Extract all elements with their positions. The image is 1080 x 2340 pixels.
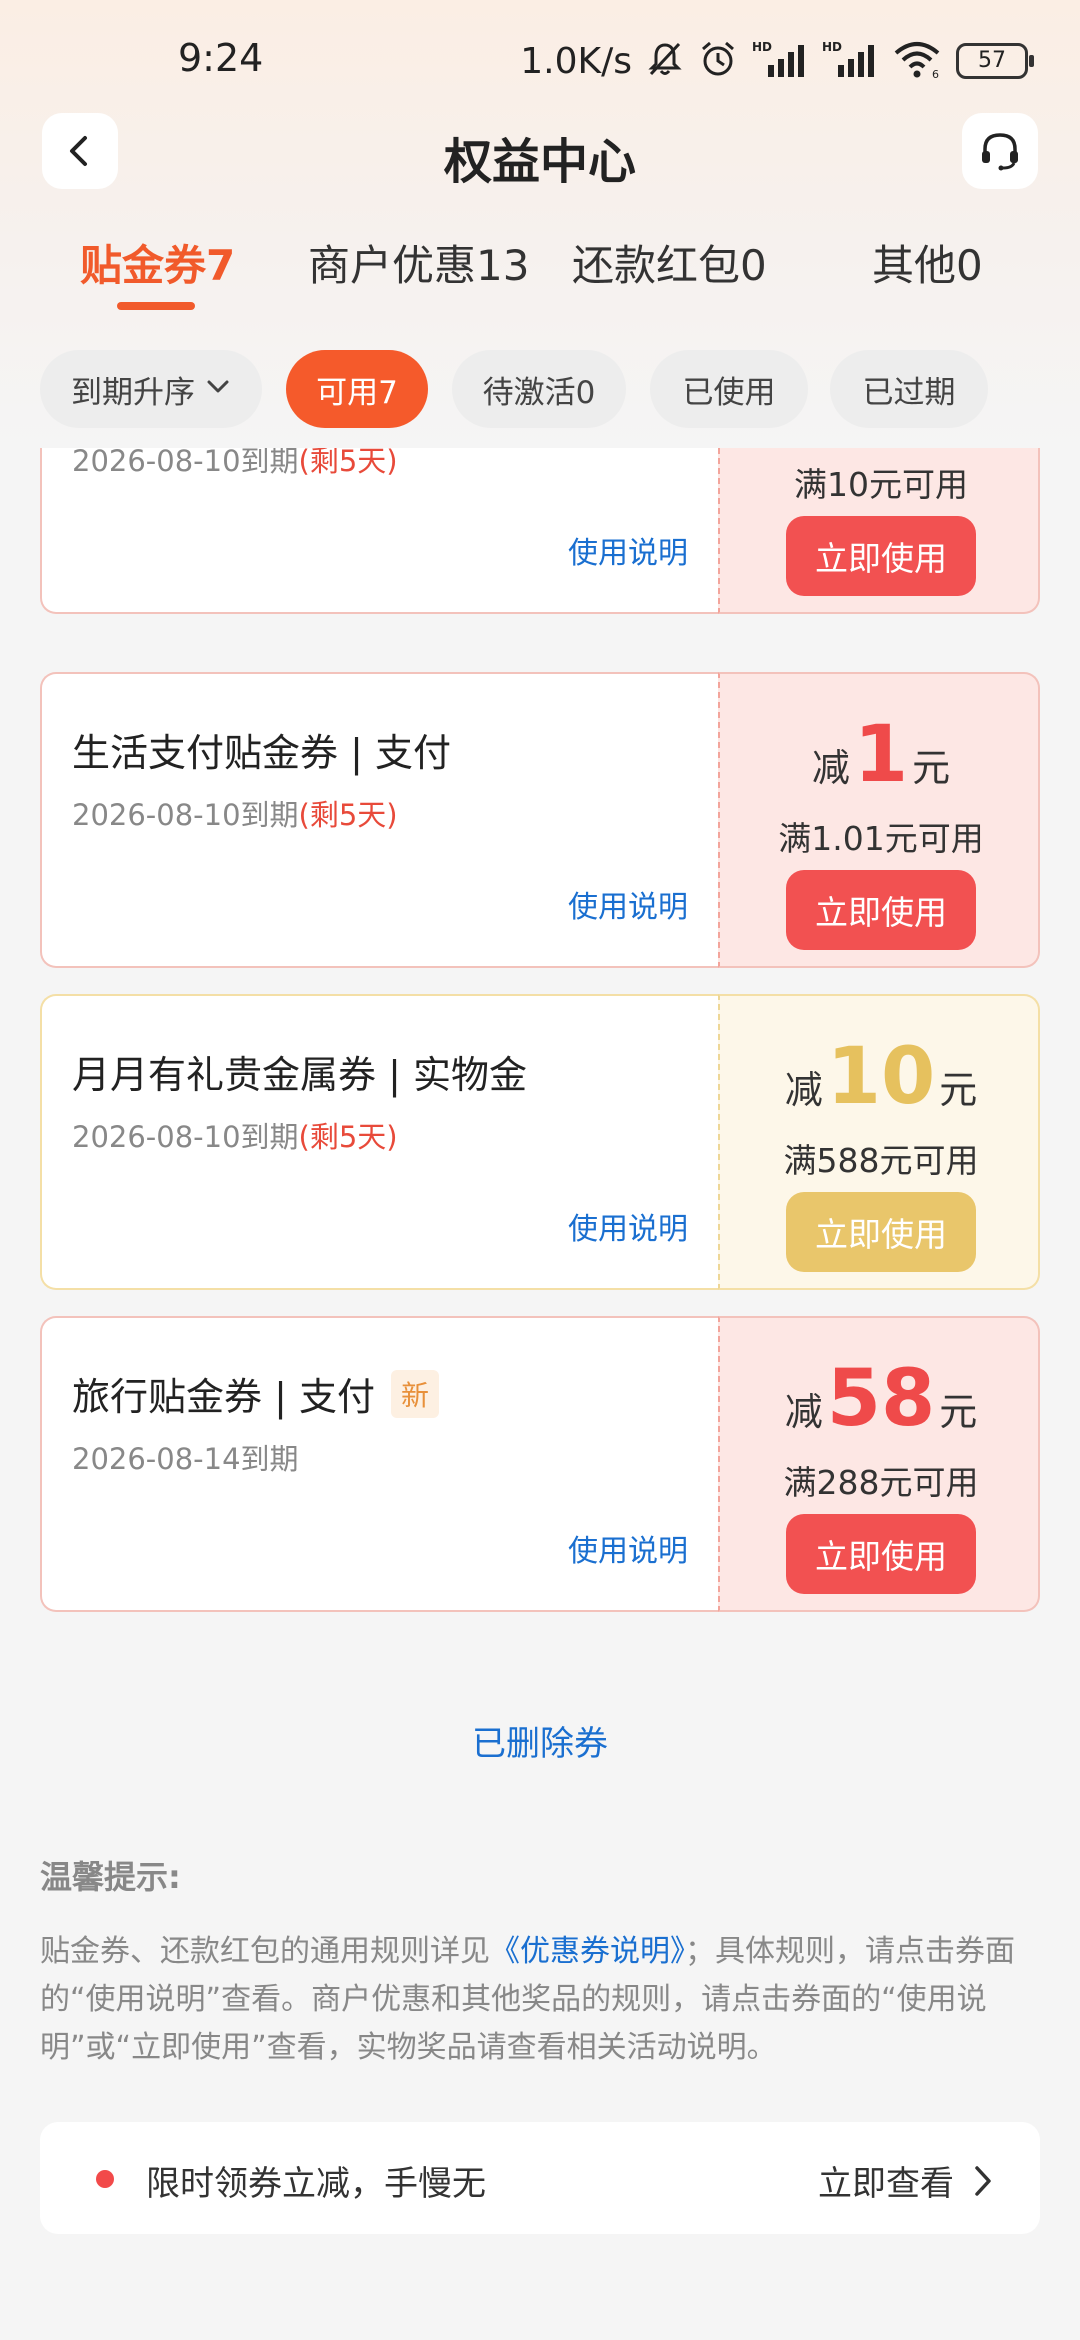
coupon-info: 2026-08-10到期(剩5天) 使用说明 bbox=[40, 448, 718, 614]
coupon-condition: 满1.01元可用 bbox=[778, 819, 984, 858]
status-indicators: 1.0K/s HD HD 6 57 bbox=[520, 36, 1034, 86]
status-time: 9:24 bbox=[178, 36, 264, 80]
page-header: 权益中心 bbox=[0, 110, 1080, 192]
coupon-value: 减10 元 满588元可用 立即使用 bbox=[718, 994, 1040, 1290]
tips-text: 贴金券、还款红包的通用规则详见《优惠券说明》；具体规则，请点击券面的“使用说明”… bbox=[40, 1934, 1015, 2065]
filter-expired[interactable]: 已过期 bbox=[830, 350, 988, 428]
promo-text: 限时领券立减，手慢无 bbox=[146, 2164, 486, 2204]
usage-instructions-link[interactable]: 使用说明 bbox=[568, 882, 688, 926]
tab-merchant-offers[interactable]: 商户优惠13 bbox=[308, 232, 529, 293]
filter-used[interactable]: 已使用 bbox=[650, 350, 808, 428]
coupon-info: 生活支付贴金券 | 支付 2026-08-10到期(剩5天) 使用说明 bbox=[40, 672, 718, 968]
use-now-button[interactable]: 立即使用 bbox=[786, 870, 976, 950]
page-title: 权益中心 bbox=[443, 134, 636, 190]
coupon-condition: 满10元可用 bbox=[794, 465, 968, 504]
svg-text:HD: HD bbox=[822, 40, 842, 54]
coupon-expiry: 2026-08-14到期 bbox=[72, 1442, 299, 1476]
coupon-remaining-days: (剩5天) bbox=[298, 1120, 398, 1154]
coupon-card: 2026-08-10到期(剩5天) 使用说明 减2元 满10元可用 立即使用 bbox=[40, 448, 1040, 614]
coupon-amount: 减58 元 bbox=[784, 1354, 978, 1444]
tab-repayment-red-packets[interactable]: 还款红包0 bbox=[572, 232, 767, 293]
usage-instructions-link[interactable]: 使用说明 bbox=[568, 528, 688, 572]
hd-signal-icon: HD bbox=[822, 39, 878, 83]
coupon-card: 月月有礼贵金属券 | 实物金 2026-08-10到期(剩5天) 使用说明 减1… bbox=[40, 994, 1040, 1290]
coupon-expiry: 2026-08-10到期(剩5天) bbox=[72, 798, 398, 832]
mute-icon bbox=[646, 40, 684, 82]
coupon-amount: 减1 元 bbox=[811, 710, 951, 800]
coupon-title: 旅行贴金券 | 支付新 bbox=[72, 1366, 439, 1421]
sort-label: 到期升序 bbox=[71, 374, 195, 411]
coupon-rules-link[interactable]: 《优惠券说明》 bbox=[490, 1934, 685, 1969]
promo-banner[interactable]: 限时领券立减，手慢无 立即查看 bbox=[40, 2122, 1040, 2234]
coupon-expiry: 2026-08-10到期(剩5天) bbox=[72, 448, 398, 480]
coupon-title: 生活支付贴金券 | 支付 bbox=[72, 731, 451, 775]
coupon-value: 减1 元 满1.01元可用 立即使用 bbox=[718, 672, 1040, 968]
coupon-info: 旅行贴金券 | 支付新 2026-08-14到期 使用说明 bbox=[40, 1316, 718, 1612]
coupon-condition: 满588元可用 bbox=[783, 1141, 979, 1180]
coupon-remaining-days: (剩5天) bbox=[298, 448, 398, 478]
sort-dropdown[interactable]: 到期升序 bbox=[40, 350, 262, 428]
coupon-card: 生活支付贴金券 | 支付 2026-08-10到期(剩5天) 使用说明 减1 元 … bbox=[40, 672, 1040, 968]
coupon-expiry: 2026-08-10到期(剩5天) bbox=[72, 1120, 398, 1154]
tab-gold-coupons[interactable]: 贴金券7 bbox=[80, 232, 235, 293]
coupon-title: 月月有礼贵金属券 | 实物金 bbox=[72, 1053, 527, 1097]
use-now-button[interactable]: 立即使用 bbox=[786, 1192, 976, 1272]
red-dot-icon bbox=[96, 2170, 114, 2188]
filter-bar: 到期升序 可用7 待激活0 已使用 已过期 bbox=[0, 350, 1080, 428]
coupon-amount: 减10 元 bbox=[784, 1032, 978, 1122]
coupon-card: 旅行贴金券 | 支付新 2026-08-14到期 使用说明 减58 元 满288元… bbox=[40, 1316, 1040, 1612]
alarm-icon bbox=[698, 39, 738, 83]
coupon-condition: 满288元可用 bbox=[783, 1463, 979, 1502]
battery-icon: 57 bbox=[956, 43, 1034, 79]
coupon-list: 2026-08-10到期(剩5天) 使用说明 减2元 满10元可用 立即使用 生… bbox=[0, 448, 1080, 1640]
status-bar: 9:24 1.0K/s HD HD 6 57 bbox=[0, 0, 1080, 120]
deleted-coupons-link[interactable]: 已删除券 bbox=[0, 1716, 1080, 1765]
tab-other[interactable]: 其他0 bbox=[872, 232, 983, 293]
hd-signal-icon: HD bbox=[752, 39, 808, 83]
wifi-icon: 6 bbox=[892, 39, 942, 83]
network-speed: 1.0K/s bbox=[520, 40, 632, 82]
view-now-label: 立即查看 bbox=[818, 2164, 954, 2204]
use-now-button[interactable]: 立即使用 bbox=[786, 1514, 976, 1594]
active-tab-indicator bbox=[117, 302, 195, 310]
tips-title: 温馨提示: bbox=[40, 1858, 181, 1896]
coupon-tabs: 贴金券7 商户优惠13 还款红包0 其他0 bbox=[0, 232, 1080, 312]
coupon-remaining-days: (剩5天) bbox=[298, 798, 398, 832]
svg-text:HD: HD bbox=[752, 40, 772, 54]
use-now-button[interactable]: 立即使用 bbox=[786, 516, 976, 596]
filter-pending-activation[interactable]: 待激活0 bbox=[452, 350, 626, 428]
svg-text:6: 6 bbox=[932, 68, 939, 79]
coupon-info: 月月有礼贵金属券 | 实物金 2026-08-10到期(剩5天) 使用说明 bbox=[40, 994, 718, 1290]
usage-instructions-link[interactable]: 使用说明 bbox=[568, 1526, 688, 1570]
new-badge: 新 bbox=[390, 1369, 439, 1418]
headset-icon bbox=[982, 133, 1018, 171]
coupon-value: 减2元 满10元可用 立即使用 bbox=[718, 448, 1040, 614]
view-now-link[interactable]: 立即查看 bbox=[818, 2156, 994, 2205]
customer-service-button[interactable] bbox=[962, 113, 1038, 189]
coupon-value: 减58 元 满288元可用 立即使用 bbox=[718, 1316, 1040, 1612]
chevron-down-icon bbox=[205, 371, 231, 407]
usage-instructions-link[interactable]: 使用说明 bbox=[568, 1204, 688, 1248]
filter-available[interactable]: 可用7 bbox=[286, 350, 428, 428]
chevron-right-icon bbox=[975, 2165, 991, 2196]
